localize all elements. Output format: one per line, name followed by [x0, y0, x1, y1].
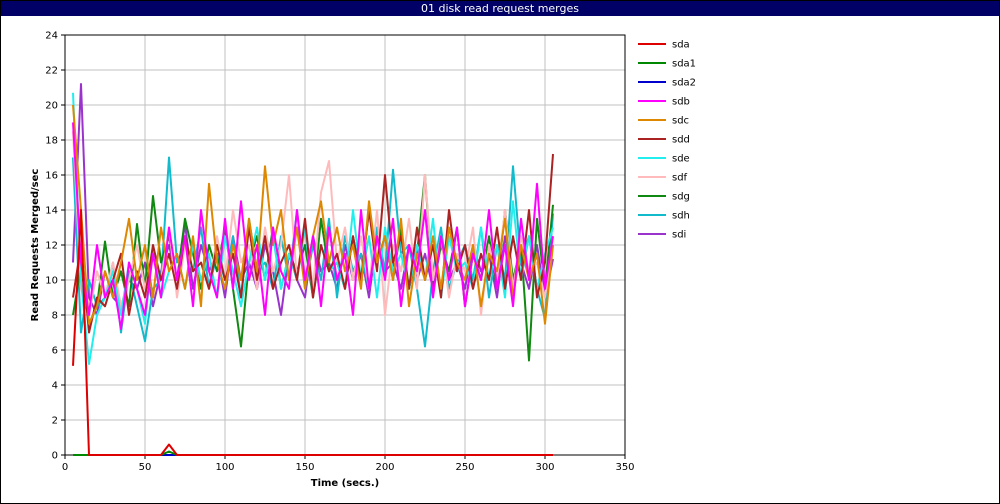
y-tick-label: 6 [52, 346, 58, 357]
y-tick-label: 22 [45, 66, 58, 77]
x-tick-label: 350 [615, 462, 634, 473]
y-tick-label: 8 [52, 311, 58, 322]
y-tick-label: 20 [45, 101, 58, 112]
y-tick-label: 0 [52, 451, 58, 462]
y-tick-label: 10 [45, 276, 58, 287]
legend-label-sda: sda [672, 40, 690, 51]
y-tick-label: 4 [52, 381, 58, 392]
y-axis-label: Read Requests Merged/sec [30, 169, 41, 322]
x-tick-label: 50 [139, 462, 152, 473]
x-tick-label: 150 [295, 462, 314, 473]
legend-label-sda2: sda2 [672, 78, 696, 89]
x-tick-label: 0 [62, 462, 68, 473]
y-tick-label: 14 [45, 206, 58, 217]
x-axis-label: Time (secs.) [311, 478, 380, 489]
y-tick-label: 12 [45, 241, 58, 252]
y-tick-label: 16 [45, 171, 58, 182]
y-axis: 024681012141618202224 [45, 31, 65, 462]
y-tick-label: 24 [45, 31, 58, 42]
legend: sda sda1 sda2 sdb sdc sdd sde sdf sdg sdh sdi [638, 40, 696, 241]
chart-canvas: 0 50 100 150 200 250 300 350 024681012141618202… [30, 31, 696, 490]
x-axis: 0 50 100 150 200 250 300 350 [62, 455, 635, 473]
x-tick-label: 200 [375, 462, 394, 473]
legend-label-sdh: sdh [672, 211, 690, 222]
legend-label-sdc: sdc [672, 116, 689, 127]
x-tick-label: 300 [535, 462, 554, 473]
legend-label-sdb: sdb [672, 97, 690, 108]
legend-label-sdg: sdg [672, 192, 690, 203]
legend-label-sdf: sdf [672, 173, 688, 184]
x-tick-label: 250 [455, 462, 474, 473]
legend-label-sdi: sdi [672, 230, 686, 241]
legend-label-sde: sde [672, 154, 690, 165]
x-tick-label: 100 [215, 462, 234, 473]
y-tick-label: 18 [45, 136, 58, 147]
y-tick-label: 2 [52, 416, 58, 427]
legend-label-sdd: sdd [672, 135, 690, 146]
legend-label-sda1: sda1 [672, 59, 696, 70]
